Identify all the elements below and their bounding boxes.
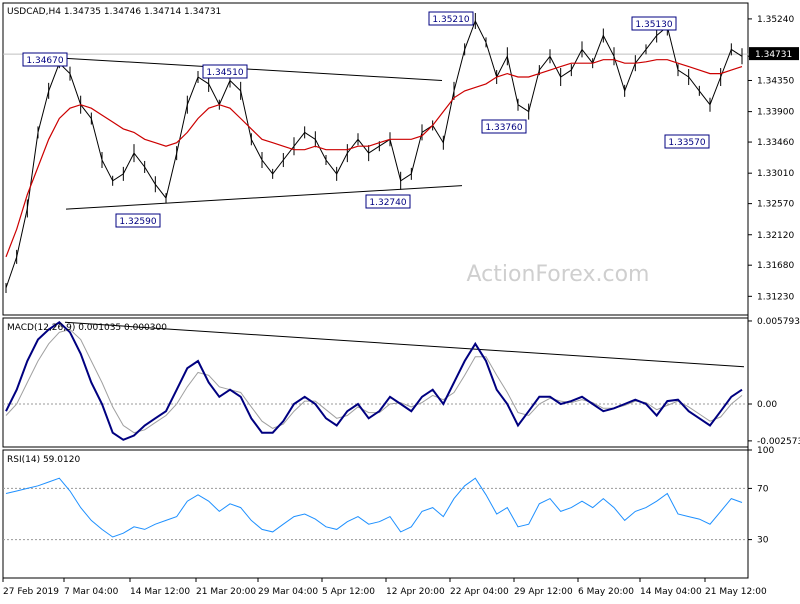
level-label-6: 1.35130 <box>635 20 672 30</box>
panel-frame-1 <box>2 317 749 448</box>
rsi-title: RSI(14) 59.0120 <box>7 455 80 465</box>
price-tick-label-8: 1.31680 <box>757 261 794 271</box>
chart-window: 1.352401.347001.343501.339001.334601.330… <box>0 0 800 600</box>
x-tick-label-10: 14 May 04:00 <box>640 587 702 597</box>
macd-tick-label-1: 0.00 <box>757 400 777 410</box>
current-price-label: 1.34731 <box>755 50 792 60</box>
macd-title: MACD(12,26,9) 0.001035 0.000300 <box>7 323 167 333</box>
x-tick-label-4: 29 Mar 04:00 <box>258 587 318 597</box>
x-tick-label-9: 6 May 20:00 <box>578 587 634 597</box>
price-tick-label-7: 1.32120 <box>757 231 794 241</box>
x-tick-label-11: 21 May 12:00 <box>705 587 767 597</box>
watermark: ActionForex.com <box>467 262 650 287</box>
level-label-5: 1.33760 <box>485 123 522 133</box>
x-tick-label-2: 14 Mar 12:00 <box>130 587 190 597</box>
rsi-tick-label-0: 100 <box>757 446 774 456</box>
price-tick-label-3: 1.33900 <box>757 108 794 118</box>
level-label-7: 1.33570 <box>668 138 705 148</box>
level-label-2: 1.32590 <box>119 217 156 227</box>
price-tick-label-4: 1.33460 <box>757 138 794 148</box>
rsi-tick-label-2: 30 <box>757 536 769 546</box>
chart-svg: 1.352401.347001.343501.339001.334601.330… <box>2 2 800 597</box>
panel-frame-2 <box>2 449 749 579</box>
x-tick-label-8: 29 Apr 12:00 <box>514 587 573 597</box>
price-tick-label-2: 1.34350 <box>757 76 794 86</box>
price-title: USDCAD,H4 1.34735 1.34746 1.34714 1.3473… <box>7 7 221 17</box>
x-tick-label-0: 27 Feb 2019 <box>3 587 59 597</box>
x-tick-label-1: 7 Mar 04:00 <box>64 587 119 597</box>
level-label-3: 1.32740 <box>369 198 406 208</box>
level-label-1: 1.34510 <box>206 68 243 78</box>
level-label-0: 1.34670 <box>26 56 63 66</box>
rsi-tick-label-1: 70 <box>757 484 769 494</box>
x-tick-label-6: 12 Apr 20:00 <box>386 587 445 597</box>
price-tick-label-0: 1.35240 <box>757 15 794 25</box>
macd-tick-label-0: 0.005793 <box>757 317 800 327</box>
level-label-4: 1.35210 <box>432 15 469 25</box>
x-tick-label-5: 5 Apr 12:00 <box>322 587 375 597</box>
price-tick-label-6: 1.32570 <box>757 200 794 210</box>
price-tick-label-9: 1.31230 <box>757 292 794 302</box>
price-tick-label-5: 1.33010 <box>757 169 794 179</box>
x-tick-label-7: 22 Apr 04:00 <box>450 587 509 597</box>
x-tick-label-3: 21 Mar 20:00 <box>196 587 256 597</box>
